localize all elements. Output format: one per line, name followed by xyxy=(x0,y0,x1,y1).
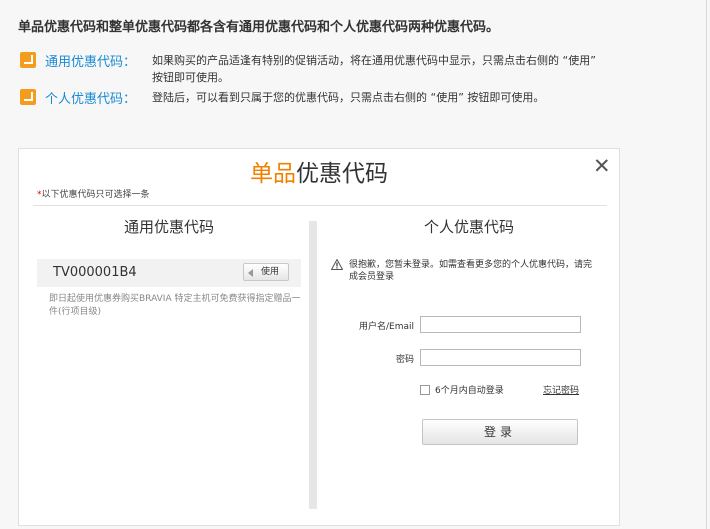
header-divider xyxy=(33,205,607,206)
password-label: 密码 xyxy=(395,355,414,365)
username-label: 用户名/Email xyxy=(358,322,414,332)
intro-item-text: 如果购买的产品适逢有特别的促销活动，将在通用优惠代码中显示，只需点击右侧的 “使… xyxy=(152,54,596,84)
arrow-badge-icon xyxy=(20,89,36,105)
forgot-password-link[interactable]: 忘记密码 xyxy=(543,383,579,396)
remember-label: 6个月内自动登录 xyxy=(435,386,504,396)
intro-item-text: 登陆后，可以看到只属于您的优惠代码，只需点击右侧的 “使用” 按钮即可使用。 xyxy=(152,91,545,104)
column-divider xyxy=(309,221,317,509)
coupon-code: TV000001B4 xyxy=(53,265,137,280)
username-input[interactable] xyxy=(420,316,581,333)
use-coupon-button[interactable]: 使用 xyxy=(243,263,289,281)
password-input[interactable] xyxy=(420,349,581,366)
modal-title: 单品优惠代码 xyxy=(19,154,619,188)
login-warning: 很抱歉，您暂未登录。如需查看更多您的个人优惠代码，请完成会员登录 xyxy=(349,260,593,282)
login-button[interactable]: 登录 xyxy=(422,419,578,445)
general-codes-title: 通用优惠代码 xyxy=(123,218,214,236)
selection-note-text: 以下优惠代码只可选择一条 xyxy=(41,190,150,200)
page-edge xyxy=(706,0,707,529)
modal-title-rest: 优惠代码 xyxy=(296,161,388,187)
intro-item-label: 通用优惠代码： xyxy=(45,55,137,70)
close-icon[interactable]: ✕ xyxy=(593,154,611,178)
warning-icon xyxy=(331,259,343,270)
coupon-description: 即日起使用优惠券购买BRAVIA 特定主机可免费获得指定赠品一件(行项目级) xyxy=(49,294,301,317)
personal-codes-title: 个人优惠代码 xyxy=(423,218,514,236)
intro-title: 单品优惠代码和整单优惠代码都各含有通用优惠代码和个人优惠代码两种优惠代码。 xyxy=(18,20,500,35)
arrow-badge-icon xyxy=(20,52,36,68)
remember-checkbox[interactable] xyxy=(420,385,430,395)
modal-title-highlight: 单品 xyxy=(250,161,296,187)
coupon-modal: 单品优惠代码 ✕ *以下优惠代码只可选择一条 通用优惠代码 个人优惠代码 TV0… xyxy=(18,148,620,526)
selection-note: *以下优惠代码只可选择一条 xyxy=(37,187,150,200)
intro-item-label: 个人优惠代码： xyxy=(45,92,137,107)
